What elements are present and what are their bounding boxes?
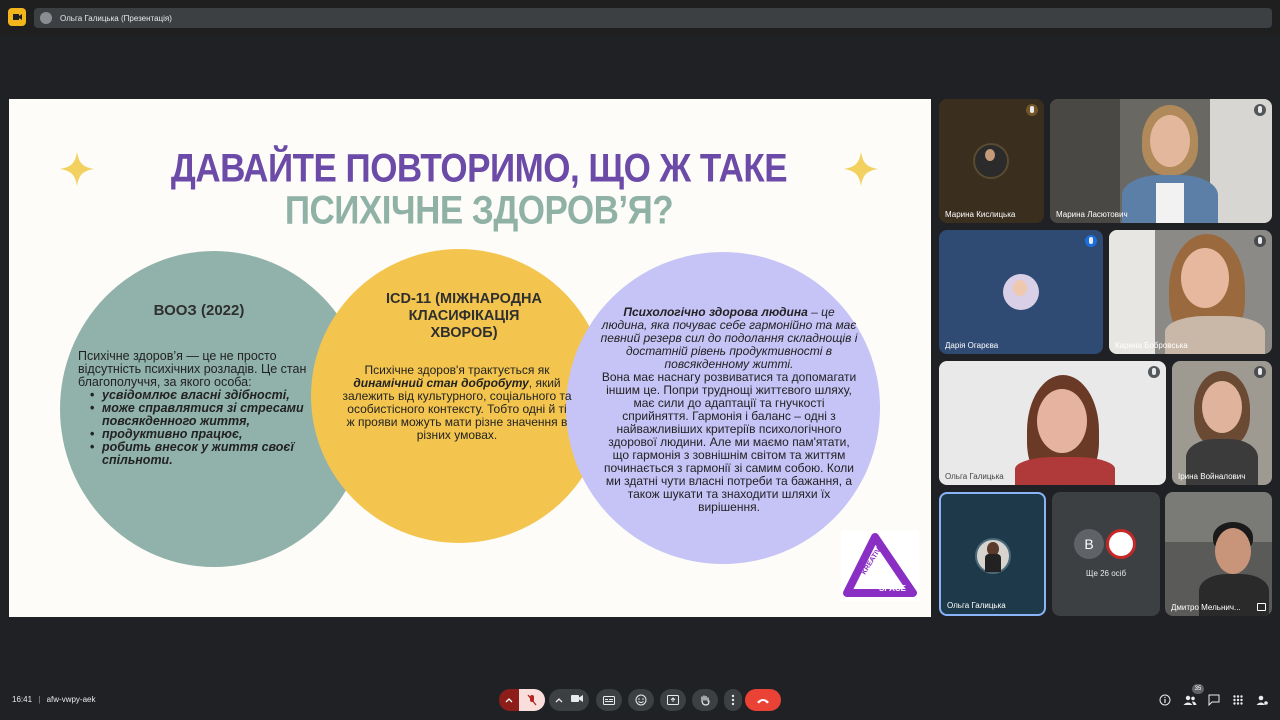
- more-options-button[interactable]: [724, 689, 742, 711]
- mic-on-icon: [1085, 235, 1097, 247]
- participant-tile[interactable]: Марина Ласютович: [1050, 99, 1272, 223]
- who-intro: Психічне здоров’я — це не просто відсутн…: [78, 349, 307, 389]
- icd-text: Психічне здоров'я трактується як динаміч…: [342, 364, 572, 442]
- psychology-intro: Психологічно здорова людина – це людина,…: [599, 306, 859, 371]
- icd-text-bold: динамічний стан добробуту: [353, 376, 529, 390]
- icd-heading: ICD-11 (МІЖНАРОДНА КЛАСИФІКАЦІЯ ХВОРОБ): [386, 291, 542, 341]
- person-face: [1181, 248, 1229, 308]
- people-icon[interactable]: [1182, 692, 1198, 708]
- who-heading: ВООЗ (2022): [153, 302, 245, 319]
- participant-tile[interactable]: Марина Кислицька: [939, 99, 1044, 223]
- meeting-time: 16:41 | afw-vwpy-aek: [12, 695, 95, 704]
- mic-off-icon: [1254, 235, 1266, 247]
- clock-separator: |: [38, 695, 41, 704]
- emoji-icon: [635, 694, 647, 706]
- participant-tile[interactable]: Дмитро Мельнич...: [1165, 492, 1272, 616]
- activities-grid-icon[interactable]: [1230, 692, 1246, 708]
- participant-name: Дмитро Мельнич...: [1171, 603, 1241, 612]
- others-count: Ще 26 осіб: [1085, 569, 1127, 578]
- clock-time: 16:41: [12, 695, 33, 704]
- mic-off-icon: [1148, 366, 1160, 378]
- background-banner: [1109, 230, 1155, 354]
- slide-title-line2: ПСИХІЧНЕ ЗДОРОВ’Я?: [284, 188, 674, 233]
- presentation-slide: ДАВАЙТЕ ПОВТОРИМО, ЩО Ж ТАКЕ ПСИХІЧНЕ ЗД…: [9, 99, 931, 617]
- chat-icon[interactable]: [1206, 692, 1222, 708]
- mic-off-button[interactable]: [519, 689, 545, 711]
- top-bar: Ольга Галицька (Презентація): [0, 0, 1280, 36]
- person-face: [1215, 528, 1251, 574]
- list-item: може справлятися зі стресами повсякденно…: [90, 402, 318, 428]
- participant-name: Ірина Войналович: [1178, 472, 1246, 481]
- avatar-body: [985, 554, 1001, 572]
- pin-icon[interactable]: [1257, 603, 1266, 611]
- others-tile[interactable]: B Ще 26 осіб: [1052, 492, 1160, 616]
- avatar: [1106, 529, 1136, 559]
- psychology-body: Вона має наснагу розвиватися та допомага…: [601, 370, 857, 514]
- who-bullets: усвідомлює власні здібності, може справл…: [90, 389, 318, 467]
- meeting-code: afw-vwpy-aek: [46, 695, 96, 704]
- participant-tile[interactable]: Карина Бобровська: [1109, 230, 1272, 354]
- chevron-up-icon[interactable]: [555, 694, 563, 706]
- chevron-up-icon[interactable]: [499, 689, 519, 711]
- participant-tile[interactable]: Ольга Галицька: [939, 361, 1166, 485]
- present-button[interactable]: [660, 689, 686, 711]
- info-icon[interactable]: [1157, 692, 1173, 708]
- psychology-text: Психологічно здорова людина – це людина,…: [599, 306, 859, 514]
- participant-tile[interactable]: Ірина Войналович: [1172, 361, 1272, 485]
- participant-tile-self[interactable]: Ольга Галицька: [939, 492, 1046, 616]
- background-pattern: [1050, 99, 1120, 223]
- participant-name: Карина Бобровська: [1115, 341, 1188, 350]
- person-face: [1202, 381, 1242, 433]
- hang-up-icon: [757, 698, 769, 703]
- participant-name: Марина Ласютович: [1056, 210, 1128, 219]
- mic-on-icon: [1026, 104, 1038, 116]
- leave-call-button[interactable]: [745, 689, 781, 711]
- avatar-face: [1013, 280, 1027, 296]
- participant-name: Ольга Галицька: [945, 472, 1004, 481]
- person-face: [1150, 115, 1190, 167]
- captions-icon: [603, 695, 615, 705]
- camera-control-group: [549, 689, 589, 711]
- person-shirt: [1156, 183, 1184, 223]
- host-controls-icon[interactable]: [1254, 692, 1270, 708]
- participant-name: Дарія Огарєва: [945, 341, 999, 350]
- raise-hand-button[interactable]: [692, 689, 718, 711]
- mic-off-icon: [1254, 366, 1266, 378]
- avatar: B: [1074, 529, 1104, 559]
- mic-control-group: [499, 689, 545, 711]
- hand-icon: [701, 695, 710, 706]
- slide-title-line1: ДАВАЙТЕ ПОВТОРИМО, ЩО Ж ТАКЕ: [170, 146, 788, 191]
- emoji-button[interactable]: [628, 689, 654, 711]
- list-item: робить внесок у життя своєї спільноти.: [90, 441, 318, 467]
- kreativ-space-logo-icon: KREATIV SPACE: [841, 531, 919, 601]
- more-vertical-icon: [731, 694, 735, 706]
- bottom-bar: 16:41 | afw-vwpy-aek: [0, 680, 1280, 720]
- meet-logo-icon: [8, 8, 26, 26]
- mic-off-icon: [527, 694, 537, 706]
- icd-text-before: Психічне здоров'я трактується як: [364, 363, 550, 377]
- present-screen-icon: [667, 695, 679, 705]
- meet-window: Ольга Галицька (Презентація) ДАВАЙТЕ ПОВ…: [0, 0, 1280, 720]
- person-face: [1037, 389, 1087, 453]
- participant-count-badge: 35: [1192, 684, 1204, 694]
- presenter-chip[interactable]: Ольга Галицька (Презентація): [34, 8, 1272, 28]
- person-torso: [1015, 457, 1115, 485]
- participant-name: Ольга Галицька: [947, 601, 1006, 610]
- presenter-avatar: [40, 12, 52, 24]
- who-text: Психічне здоров’я — це не просто відсутн…: [78, 350, 318, 467]
- background-door: [1210, 99, 1272, 223]
- participant-name: Марина Кислицька: [945, 210, 1016, 219]
- camera-icon[interactable]: [571, 694, 583, 706]
- presenter-title: Ольга Галицька (Презентація): [60, 13, 172, 23]
- participant-tile[interactable]: Дарія Огарєва: [939, 230, 1103, 354]
- mic-off-icon: [1254, 104, 1266, 116]
- psychology-intro-bold: Психологічно здорова людина: [623, 305, 808, 319]
- logo-text-bottom: SPACE: [879, 584, 907, 593]
- avatar-face: [985, 149, 995, 161]
- captions-button[interactable]: [596, 689, 622, 711]
